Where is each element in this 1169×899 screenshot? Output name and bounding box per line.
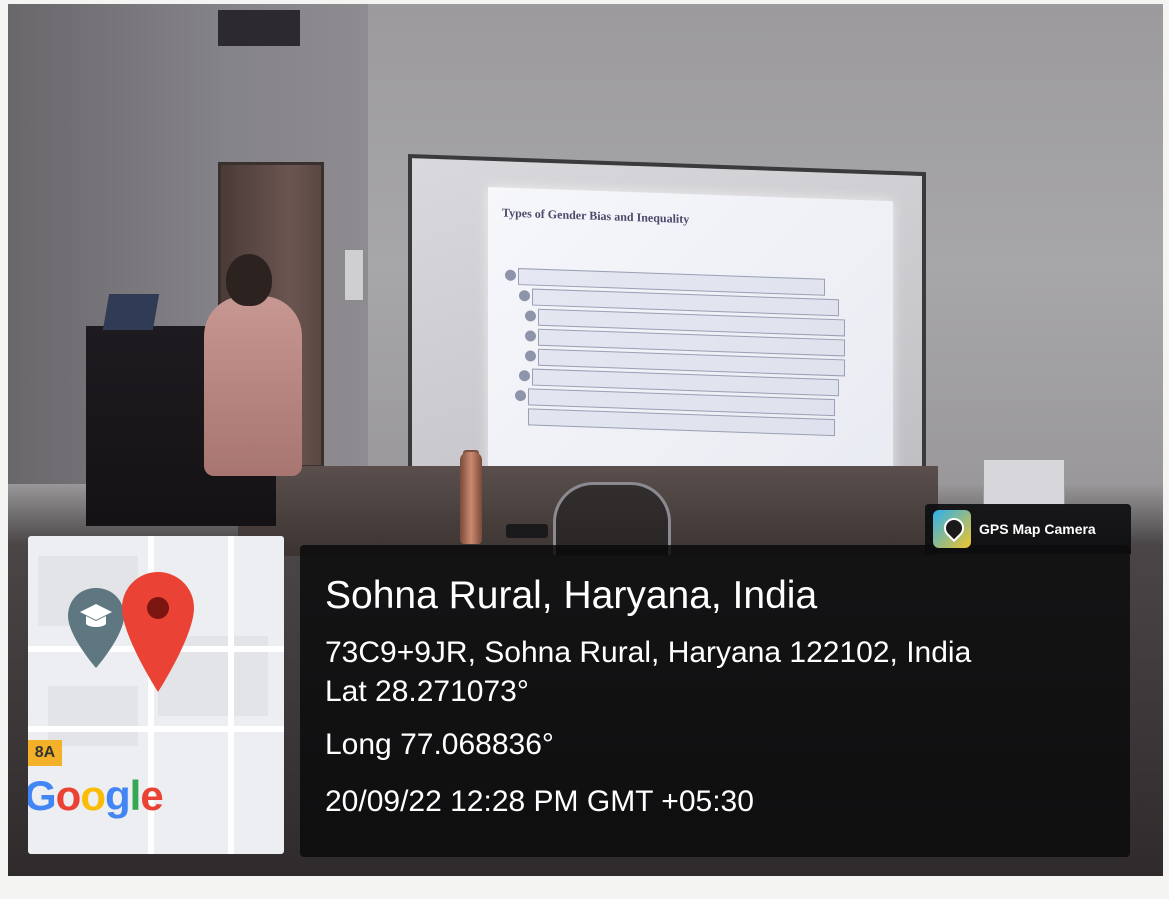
latitude-line: Lat 28.271073° (325, 675, 529, 708)
google-logo: Google (28, 772, 164, 820)
ceiling-vent (218, 10, 300, 46)
phone (506, 524, 548, 538)
presenter-body (204, 296, 302, 476)
logo-letter: o (80, 772, 106, 819)
logo-letter: g (104, 772, 131, 819)
projected-slide: Types of Gender Bias and Inequality (488, 187, 893, 492)
slide-bullet (525, 330, 536, 342)
slide-bullet (515, 389, 526, 402)
gps-map-camera-icon (933, 510, 971, 548)
laptop (102, 294, 160, 330)
datetime-line: 20/09/22 12:28 PM GMT +05:30 (325, 785, 754, 818)
logo-letter: G (28, 772, 57, 819)
logo-letter: l (129, 772, 142, 819)
slide-bullet (519, 370, 530, 382)
logo-letter: o (55, 772, 82, 819)
logo-letter: e (140, 772, 163, 819)
presenter-head (226, 254, 272, 306)
route-badge: 8A (28, 740, 62, 766)
app-badge: GPS Map Camera (925, 504, 1131, 554)
address-line: 73C9+9JR, Sohna Rural, Haryana 122102, I… (325, 636, 972, 669)
switch-board (983, 459, 1065, 505)
slide-title: Types of Gender Bias and Inequality (502, 205, 690, 227)
longitude-line: Long 77.068836° (325, 728, 554, 761)
slide-bullet (525, 350, 536, 362)
slide-bullet (525, 310, 536, 322)
education-pin-icon (68, 588, 124, 668)
slide-bullet (519, 290, 530, 302)
slide-bullet (505, 269, 516, 281)
map-road (228, 536, 234, 854)
location-pin-icon (122, 572, 194, 692)
app-badge-label: GPS Map Camera (979, 521, 1096, 537)
location-title: Sohna Rural, Haryana, India (325, 574, 818, 617)
map-road (28, 726, 284, 732)
map-thumbnail: 8A Google (28, 536, 284, 854)
wall-switch (344, 249, 364, 301)
map-block (48, 686, 138, 746)
water-bottle (460, 452, 482, 544)
